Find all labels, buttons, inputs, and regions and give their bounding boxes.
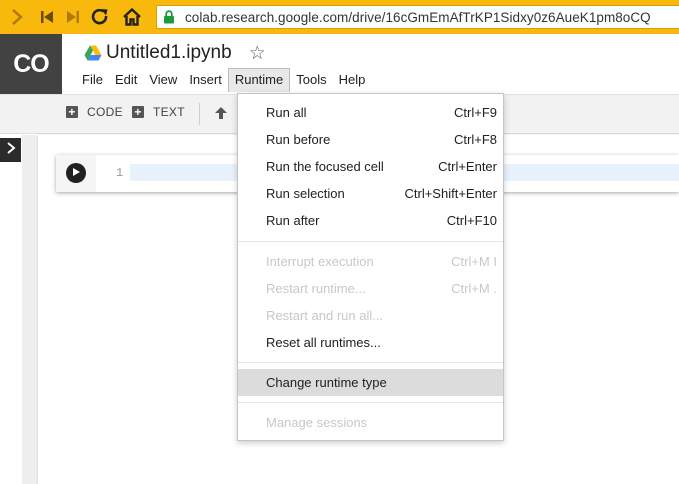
menu-item-shortcut: Ctrl+F9 [454,105,497,120]
colab-logo[interactable]: CO [0,34,62,94]
menu-item-label: Run selection [266,186,345,201]
menu-divider [238,241,503,242]
menu-view[interactable]: View [143,68,183,92]
add-text-label: TEXT [153,105,185,119]
side-panel-toggle[interactable] [0,138,21,162]
menu-item-run-after[interactable]: Run after Ctrl+F10 [238,207,503,234]
menu-item-run-focused-cell[interactable]: Run the focused cell Ctrl+Enter [238,153,503,180]
menubar: File Edit View Insert Runtime Tools Help [76,68,371,92]
menu-item-shortcut: Ctrl+F10 [446,213,497,228]
menu-item-interrupt-execution: Interrupt execution Ctrl+M I [238,248,503,275]
play-icon [71,164,81,182]
logo-text: CO [13,49,49,78]
reload-icon[interactable] [89,6,111,28]
menu-item-run-all[interactable]: Run all Ctrl+F9 [238,99,503,126]
menu-help[interactable]: Help [333,68,372,92]
address-bar[interactable]: colab.research.google.com/drive/16cGmEmA… [156,5,679,29]
menu-item-change-runtime-type[interactable]: Change runtime type [238,369,503,396]
notebook-title[interactable]: Untitled1.ipynb [106,42,232,64]
menu-item-label: Run all [266,105,307,120]
skip-forward-icon[interactable] [62,6,84,28]
address-url: colab.research.google.com/drive/16cGmEmA… [185,10,651,25]
menu-item-label: Restart runtime... [266,281,366,296]
cell-gutter [56,155,96,192]
skip-back-icon[interactable] [36,6,58,28]
add-code-button[interactable]: + CODE [66,105,123,119]
browser-toolbar: colab.research.google.com/drive/16cGmEmA… [0,0,679,34]
menu-item-label: Run after [266,213,320,228]
menu-item-shortcut: Ctrl+M . [451,281,497,296]
line-number: 1 [116,166,124,180]
menu-edit[interactable]: Edit [109,68,143,92]
menu-item-label: Interrupt execution [266,254,374,269]
run-cell-button[interactable] [66,163,86,183]
star-icon[interactable]: ☆ [249,44,266,63]
notebook-title-row: Untitled1.ipynb ☆ [84,42,266,64]
add-code-label: CODE [87,105,123,119]
forward-arrow-icon[interactable] [6,6,28,28]
menu-item-shortcut: Ctrl+Enter [438,159,497,174]
menu-item-restart-and-run-all: Restart and run all... [238,302,503,329]
menu-insert[interactable]: Insert [183,68,228,92]
move-cell-up-icon[interactable] [214,106,228,125]
menu-item-shortcut: Ctrl+Shift+Enter [404,186,498,201]
menu-item-run-selection[interactable]: Run selection Ctrl+Shift+Enter [238,180,503,207]
menu-item-label: Restart and run all... [266,308,384,323]
menu-file[interactable]: File [76,68,109,92]
google-drive-icon [84,45,102,61]
menu-item-shortcut: Ctrl+M I [451,254,497,269]
menu-divider [238,362,503,363]
menu-divider [238,402,503,403]
lock-icon [163,10,175,29]
menu-item-run-before[interactable]: Run before Ctrl+F8 [238,126,503,153]
menu-item-label: Reset all runtimes... [266,335,381,350]
chevron-right-icon [6,141,16,159]
home-icon[interactable] [121,6,143,28]
add-text-button[interactable]: + TEXT [132,105,185,119]
menu-tools[interactable]: Tools [290,68,332,92]
menu-item-label: Run before [266,132,331,147]
menu-item-label: Manage sessions [266,415,368,430]
menu-item-label: Change runtime type [266,375,387,390]
menu-item-label: Run the focused cell [266,159,384,174]
plus-icon: + [66,106,78,118]
runtime-menu: Run all Ctrl+F9 Run before Ctrl+F8 Run t… [237,93,504,441]
menu-item-manage-sessions: Manage sessions [238,409,503,436]
toolbar-divider [199,103,200,125]
menu-item-reset-all-runtimes[interactable]: Reset all runtimes... [238,329,503,356]
menu-item-shortcut: Ctrl+F8 [454,132,497,147]
plus-icon: + [132,106,144,118]
menu-item-restart-runtime: Restart runtime... Ctrl+M . [238,275,503,302]
menu-runtime[interactable]: Runtime [227,68,291,92]
